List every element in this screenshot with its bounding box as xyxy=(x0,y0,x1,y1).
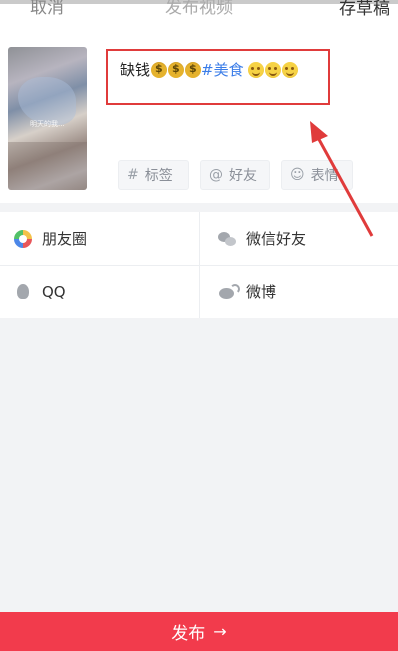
wechat-icon xyxy=(218,230,236,248)
mention-friend-button[interactable]: @ 好友 xyxy=(200,160,270,190)
publish-label: 发布 xyxy=(171,624,206,644)
share-weibo-button[interactable]: 微博 xyxy=(218,265,276,318)
save-draft-button[interactable]: 存草稿 xyxy=(339,0,390,19)
share-moments-label: 朋友圈 xyxy=(42,230,88,248)
smile-emoji-icon xyxy=(281,61,298,78)
share-wechat-button[interactable]: 微信好友 xyxy=(218,212,306,265)
add-tag-button[interactable]: # 标签 xyxy=(118,160,189,190)
smile-emoji-icon xyxy=(264,61,281,78)
cancel-button[interactable]: 取消 xyxy=(30,0,64,18)
thumbnail-caption: 明天的我... xyxy=(30,120,65,128)
qq-icon xyxy=(14,283,32,301)
arrow-right-icon: → xyxy=(213,622,227,641)
weibo-icon xyxy=(218,283,240,301)
caption-hashtag[interactable]: #美食 xyxy=(201,59,244,80)
share-wechat-label: 微信好友 xyxy=(246,230,307,248)
share-qq-label: QQ xyxy=(42,282,66,301)
caption-input[interactable]: 缺钱 #美食 xyxy=(120,59,298,80)
publish-button[interactable]: 发布 → xyxy=(0,612,398,651)
composer-panel: 明天的我... 缺钱 #美食 # 标签 @ 好友 ☺ 表情 xyxy=(0,38,398,203)
top-bar: 取消 发布视频 存草稿 xyxy=(0,0,398,38)
money-bag-emoji-icon xyxy=(185,61,202,78)
hash-icon: # xyxy=(127,167,139,183)
caption-text: 缺钱 xyxy=(120,61,151,79)
video-thumbnail[interactable]: 明天的我... xyxy=(8,47,87,190)
smile-emoji-icon xyxy=(247,61,264,78)
add-emoji-label: 表情 xyxy=(310,168,339,184)
add-tag-label: 标签 xyxy=(144,168,173,184)
mention-friend-label: 好友 xyxy=(229,168,257,184)
share-qq-button[interactable]: QQ xyxy=(14,265,66,318)
at-icon: @ xyxy=(209,167,223,183)
moments-icon xyxy=(14,229,32,248)
smiley-icon: ☺ xyxy=(290,167,305,183)
page-title: 发布视频 xyxy=(165,0,233,18)
caption-highlight-box: 缺钱 #美食 xyxy=(106,49,330,105)
share-options: 朋友圈 微信好友 QQ 微博 xyxy=(0,212,398,318)
share-weibo-label: 微博 xyxy=(246,283,277,301)
money-bag-emoji-icon xyxy=(168,61,185,78)
share-moments-button[interactable]: 朋友圈 xyxy=(14,212,87,265)
money-bag-emoji-icon xyxy=(151,61,168,78)
add-emoji-button[interactable]: ☺ 表情 xyxy=(281,160,353,190)
